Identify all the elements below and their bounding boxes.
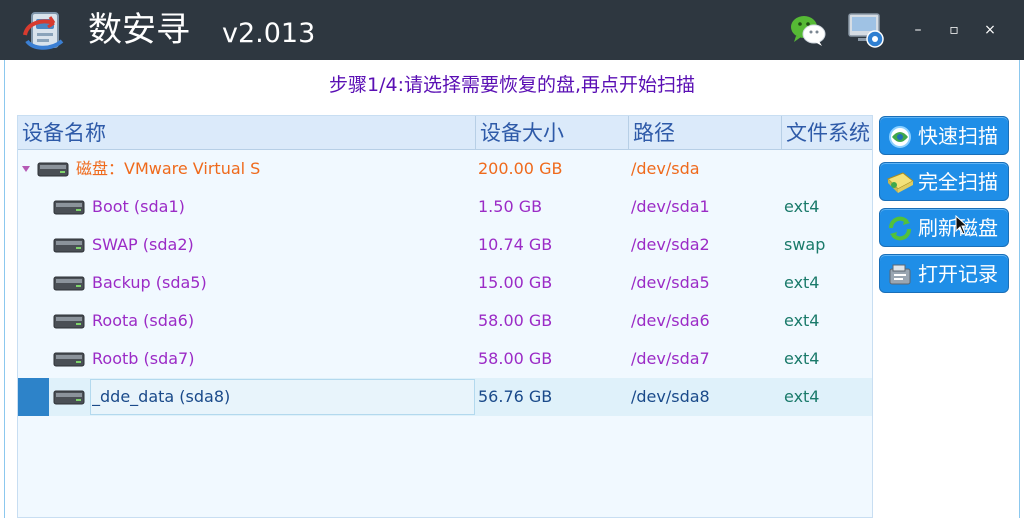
partition-filesystem: ext4: [784, 387, 820, 406]
partition-name: SWAP (sda2): [92, 235, 194, 254]
partition-filesystem: ext4: [784, 311, 820, 330]
open-record-button[interactable]: 打开记录: [879, 254, 1009, 293]
disk-name: 磁盘：VMware Virtual S: [76, 159, 261, 178]
column-header-path[interactable]: 路径: [629, 116, 782, 150]
mouse-cursor-icon: [955, 215, 969, 235]
open-record-label: 打开记录: [918, 262, 998, 286]
partition-name: Roota (sda6): [92, 311, 195, 330]
partition-filesystem: swap: [784, 235, 826, 254]
refresh-icon: [889, 216, 911, 241]
table-row[interactable]: SWAP (sda2) 10.74 GB /dev/sda2 swap: [18, 226, 872, 264]
partition-filesystem: ext4: [784, 273, 820, 292]
partition-name: Boot (sda1): [92, 197, 185, 216]
quick-scan-label: 快速扫描: [918, 124, 998, 148]
quick-scan-icon: [889, 126, 911, 148]
app-title: 数安寻: [88, 10, 190, 50]
disk-size: 200.00 GB: [478, 159, 563, 178]
disk-icon: [37, 162, 69, 177]
partition-icon: [53, 314, 85, 329]
table-row[interactable]: Rootb (sda7) 58.00 GB /dev/sda7 ext4: [18, 340, 872, 378]
app-version: v2.013: [222, 18, 316, 49]
partition-name: _dde_data (sda8): [92, 387, 231, 406]
partition-filesystem: ext4: [784, 197, 820, 216]
partition-icon: [53, 352, 85, 367]
full-scan-label: 完全扫描: [918, 170, 998, 194]
partition-path: /dev/sda6: [631, 311, 710, 330]
full-scan-icon: [887, 172, 914, 193]
title-bar: 数安寻 v2.013 – ▫ ×: [0, 0, 1024, 60]
partition-icon: [53, 390, 85, 405]
table-header: 设备名称 设备大小 路径 文件系统: [18, 116, 872, 150]
expand-arrow-icon[interactable]: [22, 166, 30, 172]
column-header-device-name[interactable]: 设备名称: [18, 116, 476, 150]
partition-size: 1.50 GB: [478, 197, 543, 216]
table-row-selected[interactable]: _dde_data (sda8) 56.76 GB /dev/sda8 ext4: [18, 378, 872, 416]
partition-icon: [53, 238, 85, 253]
partition-path: /dev/sda2: [631, 235, 710, 254]
column-header-filesystem[interactable]: 文件系统: [782, 116, 872, 150]
partition-path: /dev/sda1: [631, 197, 710, 216]
disk-filesystem: [784, 150, 872, 188]
partition-name: Rootb (sda7): [92, 349, 195, 368]
partition-path: /dev/sda5: [631, 273, 710, 292]
column-header-device-size[interactable]: 设备大小: [476, 116, 629, 150]
step-instruction: 步骤1/4:请选择需要恢复的盘,再点开始扫描: [328, 74, 696, 96]
disk-path: /dev/sda: [631, 159, 700, 178]
partition-path: /dev/sda7: [631, 349, 710, 368]
close-button[interactable]: ×: [976, 16, 1004, 44]
table-row[interactable]: Boot (sda1) 1.50 GB /dev/sda1 ext4: [18, 188, 872, 226]
minimize-button[interactable]: –: [904, 16, 932, 44]
partition-size: 10.74 GB: [478, 235, 553, 254]
partition-icon: [53, 200, 85, 215]
refresh-disk-button[interactable]: 刷新磁盘: [879, 208, 1009, 247]
partition-name: Backup (sda5): [92, 273, 207, 292]
selection-marker: [18, 378, 49, 416]
disk-row[interactable]: 磁盘：VMware Virtual S 200.00 GB /dev/sda: [18, 150, 872, 188]
partition-icon: [53, 276, 85, 291]
settings-icon[interactable]: [846, 10, 886, 50]
full-scan-button[interactable]: 完全扫描: [879, 162, 1009, 201]
open-record-icon: [889, 264, 911, 285]
maximize-button[interactable]: ▫: [940, 16, 968, 44]
partition-size: 58.00 GB: [478, 349, 553, 368]
partition-size: 15.00 GB: [478, 273, 553, 292]
device-table: 设备名称 设备大小 路径 文件系统 磁盘：VMware Virtual S 20…: [17, 115, 873, 518]
wechat-icon[interactable]: [788, 10, 828, 50]
app-logo-icon: [23, 12, 64, 50]
table-row[interactable]: Roota (sda6) 58.00 GB /dev/sda6 ext4: [18, 302, 872, 340]
quick-scan-button[interactable]: 快速扫描: [879, 116, 1009, 155]
partition-path: /dev/sda8: [631, 387, 710, 406]
partition-size: 56.76 GB: [478, 387, 553, 406]
partition-size: 58.00 GB: [478, 311, 553, 330]
table-row[interactable]: Backup (sda5) 15.00 GB /dev/sda5 ext4: [18, 264, 872, 302]
partition-filesystem: ext4: [784, 349, 820, 368]
